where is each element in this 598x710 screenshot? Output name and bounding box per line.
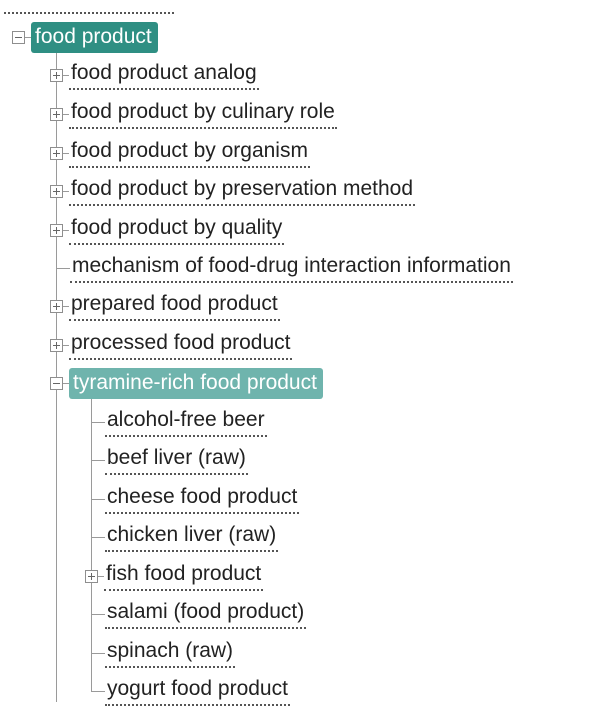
tree-node-cheese-food-product[interactable]: cheese food product — [91, 480, 300, 518]
ontology-tree: food product food product analog food pr… — [0, 0, 598, 706]
tree-node-food-product-by-organism[interactable]: food product by organism — [50, 134, 310, 172]
node-label[interactable]: food product by quality — [69, 215, 285, 245]
node-label[interactable]: beef liver (raw) — [105, 445, 248, 475]
collapse-icon[interactable] — [12, 30, 25, 44]
node-label[interactable]: prepared food product — [69, 291, 280, 321]
node-label-selected[interactable]: tyramine-rich food product — [69, 367, 323, 399]
tree-node-mechanism-of-food-drug-interaction-information[interactable]: mechanism of food-drug interaction infor… — [56, 249, 513, 287]
expand-icon[interactable] — [50, 184, 63, 198]
tree-node-processed-food-product[interactable]: processed food product — [50, 326, 293, 364]
tree-node-food-product-by-culinary-role[interactable]: food product by culinary role — [50, 95, 337, 133]
node-label[interactable]: mechanism of food-drug interaction infor… — [70, 253, 513, 283]
tree-node-food-product-analog[interactable]: food product analog — [50, 56, 259, 94]
collapse-icon[interactable] — [50, 376, 63, 390]
connector-line — [91, 690, 105, 692]
node-label[interactable]: salami (food product) — [105, 599, 307, 629]
connector-line — [91, 536, 105, 538]
tree-node-chicken-liver-raw[interactable]: chicken liver (raw) — [91, 518, 279, 556]
connector-line — [56, 267, 70, 269]
node-label[interactable]: alcohol-free beer — [105, 407, 267, 437]
tree-node-alcohol-free-beer[interactable]: alcohol-free beer — [91, 403, 267, 441]
node-label[interactable]: food product by organism — [69, 138, 310, 168]
expand-icon[interactable] — [50, 299, 63, 313]
expand-icon[interactable] — [50, 68, 63, 82]
tree-node-tyramine-rich-food-product[interactable]: tyramine-rich food product — [50, 364, 323, 402]
tree-node-beef-liver-raw[interactable]: beef liver (raw) — [91, 441, 248, 479]
node-label[interactable]: food product by preservation method — [69, 176, 416, 206]
node-label[interactable]: food product analog — [69, 60, 259, 90]
expand-icon[interactable] — [50, 223, 63, 237]
tree-node-salami-food-product[interactable]: salami (food product) — [91, 595, 307, 633]
tree-node-food-product-by-preservation-method[interactable]: food product by preservation method — [50, 172, 416, 210]
tree-node-prepared-food-product[interactable]: prepared food product — [50, 287, 280, 325]
tree-node-spinach-raw[interactable]: spinach (raw) — [91, 634, 236, 672]
node-label[interactable]: food product by culinary role — [69, 99, 337, 129]
node-label-root[interactable]: food product — [31, 21, 158, 53]
tree-node-food-product[interactable]: food product — [12, 18, 158, 56]
tree-node-fish-food-product[interactable]: fish food product — [85, 557, 264, 595]
tree-node-yogurt-food-product[interactable]: yogurt food product — [91, 672, 290, 710]
expand-icon[interactable] — [50, 146, 63, 160]
node-label[interactable]: chicken liver (raw) — [105, 522, 279, 552]
node-label[interactable]: cheese food product — [105, 484, 300, 514]
node-label[interactable]: fish food product — [104, 561, 264, 591]
expand-icon[interactable] — [85, 569, 98, 583]
tree-node-food-product-by-quality[interactable]: food product by quality — [50, 211, 285, 249]
connector-line — [91, 613, 105, 615]
expand-icon[interactable] — [50, 338, 63, 352]
expand-icon[interactable] — [50, 107, 63, 121]
connector-line — [91, 459, 105, 461]
parent-node-underline[interactable] — [4, 12, 174, 14]
connector-line — [91, 421, 105, 423]
connector-line — [91, 498, 105, 500]
node-label[interactable]: spinach (raw) — [105, 638, 236, 668]
connector-line — [91, 652, 105, 654]
node-label[interactable]: processed food product — [69, 330, 293, 360]
